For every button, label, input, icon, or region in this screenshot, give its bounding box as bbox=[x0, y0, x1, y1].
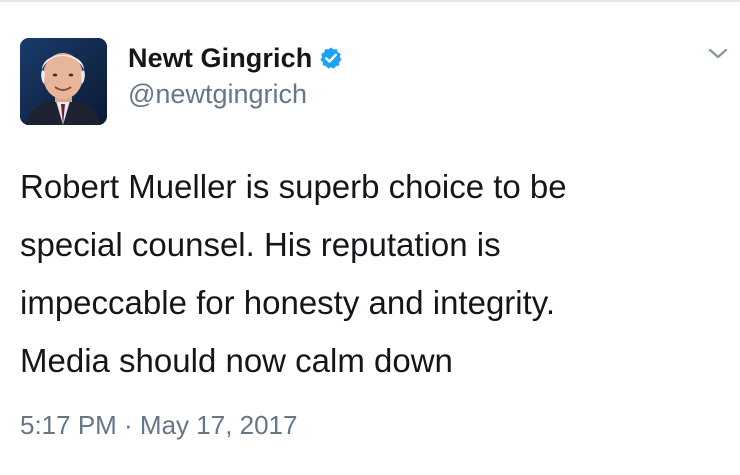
verified-badge-icon bbox=[319, 46, 343, 70]
user-handle[interactable]: @newtgingrich bbox=[128, 79, 343, 110]
top-divider bbox=[0, 0, 740, 2]
tweet-timestamp[interactable]: 5:17 PM · May 17, 2017 bbox=[20, 410, 297, 441]
display-name[interactable]: Newt Gingrich bbox=[128, 43, 312, 74]
tweet-header: Newt Gingrich @newtgingrich bbox=[20, 38, 343, 125]
avatar[interactable] bbox=[20, 38, 107, 125]
name-row: Newt Gingrich bbox=[128, 41, 343, 75]
author-names: Newt Gingrich @newtgingrich bbox=[128, 41, 343, 110]
tweet-text: Robert Mueller is superb choice to be sp… bbox=[20, 168, 567, 379]
chevron-down-icon[interactable] bbox=[706, 44, 730, 64]
